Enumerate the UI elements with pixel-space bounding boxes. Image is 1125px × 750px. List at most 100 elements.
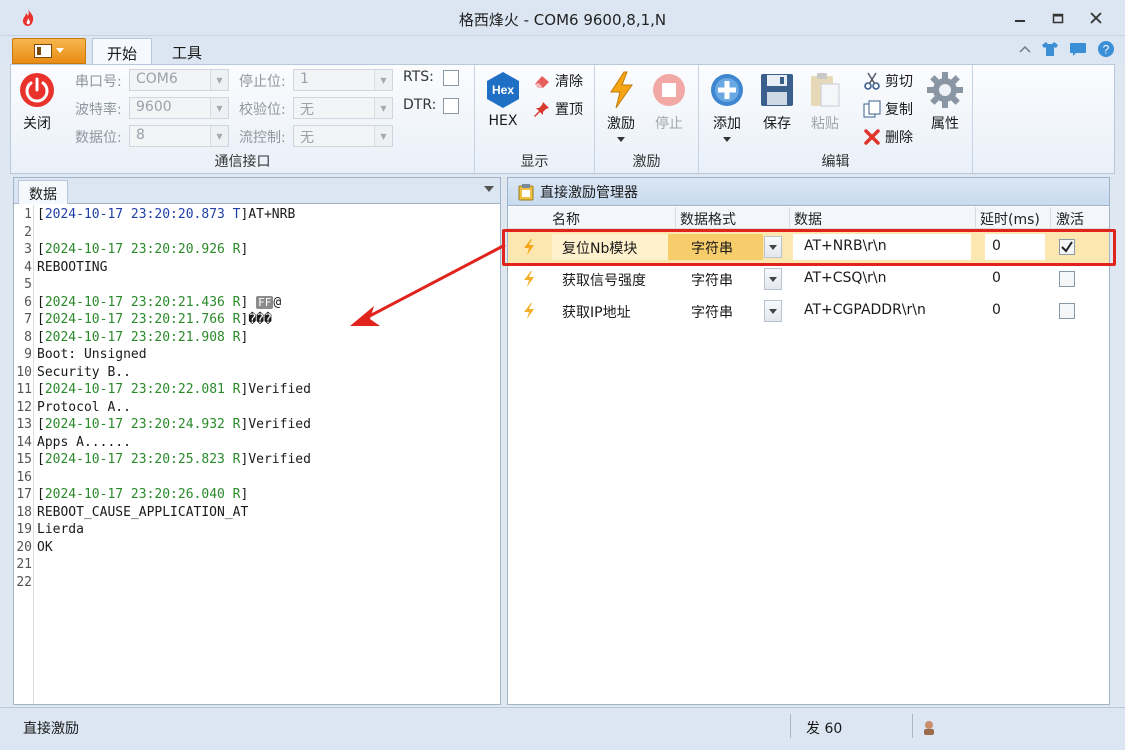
col-name-header[interactable]: 名称 bbox=[552, 209, 580, 229]
log-text: Protocol A.. bbox=[37, 399, 131, 415]
active-checkbox[interactable] bbox=[1059, 303, 1075, 319]
tab-tools[interactable]: 工具 bbox=[158, 38, 216, 65]
stimulus-data[interactable]: AT+CSQ\r\n bbox=[804, 270, 887, 286]
stimulus-name: 获取IP地址 bbox=[562, 305, 631, 321]
log-timestamp: 2024-10-17 23:20:26.040 R bbox=[44, 487, 241, 502]
line-number: 17 bbox=[16, 487, 32, 502]
pin-top-button[interactable]: 置顶 bbox=[533, 99, 583, 119]
properties-label: 属性 bbox=[931, 116, 959, 132]
line-number: 13 bbox=[16, 417, 32, 432]
parity-select[interactable]: 无 ▼ bbox=[293, 97, 393, 119]
rts-checkbox[interactable] bbox=[443, 70, 459, 86]
databits-select[interactable]: 8 ▼ bbox=[129, 125, 229, 147]
log-text: Lierda bbox=[37, 522, 84, 537]
line-number: 22 bbox=[16, 574, 32, 590]
panel-menu-chevron-icon[interactable] bbox=[484, 186, 494, 192]
maximize-button[interactable] bbox=[1046, 8, 1070, 28]
format-dropdown-button[interactable] bbox=[764, 268, 782, 290]
log-timestamp: 2024-10-17 23:20:25.823 R bbox=[44, 452, 241, 467]
add-button[interactable]: 添加 bbox=[705, 71, 749, 143]
log-line: 6 [2024-10-17 23:20:21.436 R] FF @ bbox=[14, 294, 281, 312]
properties-button[interactable]: 属性 bbox=[923, 71, 967, 133]
eraser-icon bbox=[535, 76, 549, 88]
stopbits-select[interactable]: 1 ▼ bbox=[293, 69, 393, 91]
status-sent-count: 发 60 bbox=[806, 721, 843, 737]
log-line: 18 REBOOT_CAUSE_APPLICATION_AT bbox=[14, 504, 248, 522]
user-icon bbox=[924, 721, 934, 735]
col-delay-header[interactable]: 延时(ms) bbox=[980, 209, 1040, 229]
dtr-checkbox[interactable] bbox=[443, 98, 459, 114]
window-title: 格西烽火 - COM6 9600,8,1,N bbox=[458, 11, 667, 29]
log-text: OK bbox=[37, 539, 53, 555]
log-line: 21 bbox=[14, 556, 37, 574]
log-line: 7 [2024-10-17 23:20:21.766 R]��� bbox=[14, 311, 272, 329]
rts-label: RTS: bbox=[403, 69, 434, 85]
baud-select[interactable]: 9600 ▼ bbox=[129, 97, 229, 119]
stimulus-button[interactable]: 激励 bbox=[601, 71, 641, 143]
col-format-header[interactable]: 数据格式 bbox=[680, 209, 736, 229]
delete-x-icon bbox=[864, 129, 880, 145]
flow-label: 流控制: bbox=[239, 130, 286, 146]
stimulus-row[interactable]: 获取信号强度 字符串 AT+CSQ\r\n 0 bbox=[508, 263, 1109, 295]
hex-byte-badge: FF bbox=[256, 295, 274, 309]
col-data-header[interactable]: 数据 bbox=[794, 209, 822, 229]
group-comm-label: 通信接口 bbox=[214, 154, 271, 170]
line-number: 2 bbox=[24, 224, 32, 240]
stop-button[interactable]: 停止 bbox=[649, 71, 689, 133]
app-menu-button[interactable] bbox=[12, 38, 86, 64]
clipboard-icon bbox=[518, 183, 534, 200]
log-text: REBOOTING bbox=[37, 259, 108, 275]
log-line: 12 Protocol A.. bbox=[14, 399, 131, 417]
close-window-button[interactable] bbox=[1084, 8, 1108, 28]
stop-label: 停止 bbox=[655, 116, 683, 132]
log-line: 5 bbox=[14, 276, 37, 294]
active-checkbox[interactable] bbox=[1059, 271, 1075, 287]
line-number: 21 bbox=[16, 557, 32, 572]
flow-select[interactable]: 无 ▼ bbox=[293, 125, 393, 147]
ribbon-tab-row: 开始 工具 ? bbox=[0, 36, 1125, 65]
hex-button[interactable]: Hex HEX bbox=[483, 71, 523, 129]
highlight-frame bbox=[502, 229, 1116, 266]
pin-icon bbox=[534, 102, 549, 117]
cut-button[interactable]: 剪切 bbox=[863, 71, 913, 91]
copy-button[interactable]: 复制 bbox=[863, 99, 913, 119]
paste-button[interactable]: 粘贴 bbox=[805, 71, 845, 133]
group-stimulus-label: 激励 bbox=[632, 154, 661, 170]
log-line: 17 [2024-10-17 23:20:26.040 R] bbox=[14, 486, 248, 504]
line-number: 20 bbox=[16, 539, 32, 555]
log-line: 15 [2024-10-17 23:20:25.823 R]Verified bbox=[14, 451, 311, 469]
close-port-button[interactable]: 关闭 bbox=[15, 71, 59, 133]
tab-home[interactable]: 开始 bbox=[92, 38, 153, 65]
gear-icon bbox=[926, 71, 964, 109]
clipboard-paste-icon bbox=[806, 71, 844, 109]
svg-text:?: ? bbox=[1103, 43, 1110, 57]
theme-shirt-icon[interactable] bbox=[1041, 41, 1059, 57]
log-line: 14 Apps A...... bbox=[14, 434, 131, 452]
minimize-button[interactable] bbox=[1008, 8, 1032, 28]
help-icon[interactable]: ? bbox=[1097, 40, 1115, 58]
collapse-ribbon-icon[interactable] bbox=[1019, 44, 1031, 54]
log-line: 10 Security B.. bbox=[14, 364, 131, 382]
copy-icon bbox=[863, 100, 881, 118]
col-active-header[interactable]: 激活 bbox=[1056, 209, 1084, 229]
stimulus-delay[interactable]: 0 bbox=[992, 302, 1001, 318]
format-dropdown-button[interactable] bbox=[764, 300, 782, 322]
log-line: 13 [2024-10-17 23:20:24.932 R]Verified bbox=[14, 416, 311, 434]
red-arrow-annotation bbox=[350, 243, 506, 326]
stimulus-delay[interactable]: 0 bbox=[992, 270, 1001, 286]
save-button[interactable]: 保存 bbox=[757, 71, 797, 133]
stimulus-format: 字符串 bbox=[691, 273, 733, 289]
stimulus-row[interactable]: 获取IP地址 字符串 AT+CGPADDR\r\n 0 bbox=[508, 295, 1109, 327]
stimulus-manager-title: 直接激励管理器 bbox=[540, 184, 638, 201]
databits-label: 数据位: bbox=[75, 130, 122, 146]
baud-label: 波特率: bbox=[75, 102, 122, 118]
stimulus-data[interactable]: AT+CGPADDR\r\n bbox=[804, 302, 926, 318]
tab-data[interactable]: 数据 bbox=[18, 180, 68, 204]
chat-icon[interactable] bbox=[1069, 41, 1087, 57]
clear-button[interactable]: 清除 bbox=[533, 71, 583, 91]
delete-button[interactable]: 删除 bbox=[863, 127, 913, 147]
log-line: 2 bbox=[14, 224, 37, 242]
close-port-label: 关闭 bbox=[23, 116, 51, 132]
port-select[interactable]: COM6 ▼ bbox=[129, 69, 229, 91]
log-text: Verified bbox=[248, 382, 311, 397]
